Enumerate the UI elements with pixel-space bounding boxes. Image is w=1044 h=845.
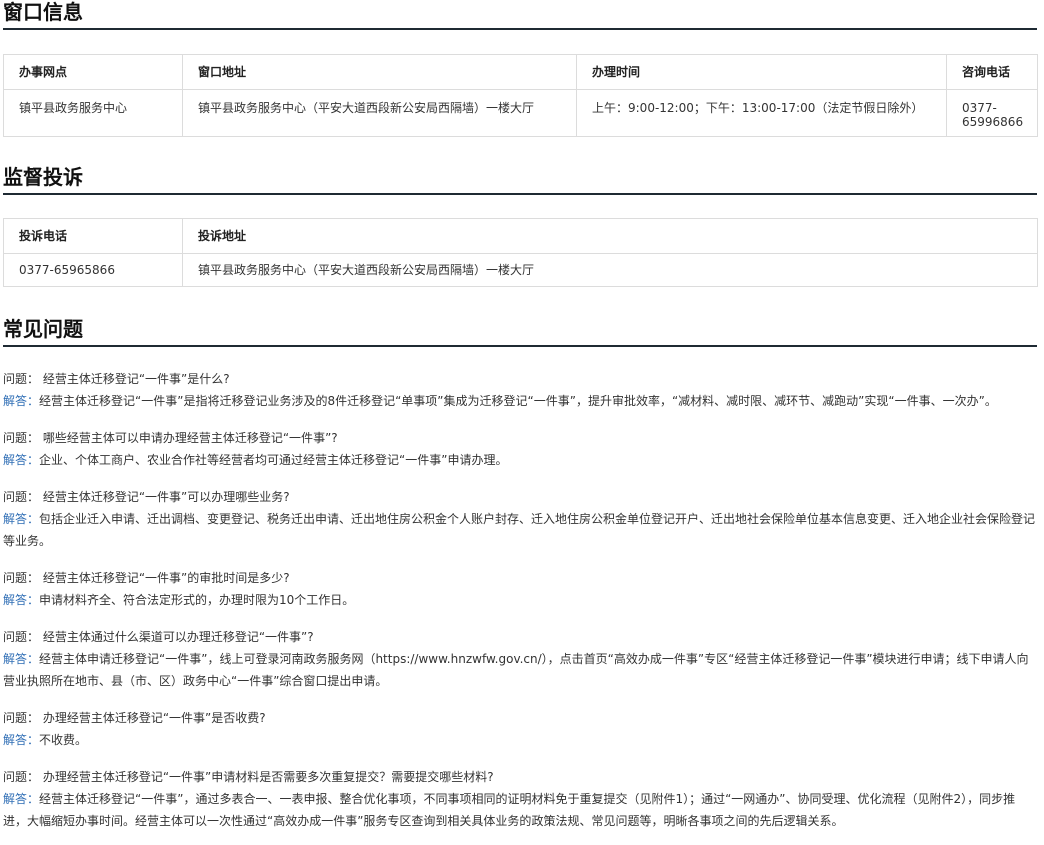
answer-text: 经营主体申请迁移登记“一件事”，线上可登录河南政务服务网（https://www… [3,652,1029,688]
answer-label: 解答： [3,453,40,467]
header-address: 窗口地址 [182,54,577,90]
faq-item: 问题： 经营主体迁移登记“一件事”可以办理哪些业务? 解答：包括企业迁入申请、迁… [3,486,1039,552]
question-label: 问题： [3,372,40,386]
cell-address: 镇平县政务服务中心（平安大道西段新公安局西隔墙）一楼大厅 [182,89,577,137]
table-header-row: 办事网点 窗口地址 办理时间 咨询电话 [3,54,1038,90]
answer-label: 解答： [3,792,40,806]
header-hours: 办理时间 [576,54,947,90]
faq-item: 问题： 办理经营主体迁移登记“一件事”申请材料是否需要多次重复提交？需要提交哪些… [3,766,1039,832]
faq-title: 常见问题 [3,317,1037,347]
page: 窗口信息 办事网点 窗口地址 办理时间 咨询电话 镇平县政务服务中心 镇平县政务… [0,0,1044,832]
answer-text: 经营主体迁移登记“一件事”，通过多表合一、一表申报、整合优化事项，不同事项相同的… [3,792,1016,828]
question-label: 问题： [3,770,40,784]
question-label: 问题： [3,571,40,585]
answer-label: 解答： [3,652,40,666]
answer-label: 解答： [3,512,40,526]
answer-text: 企业、个体工商户、农业合作社等经营者均可通过经营主体迁移登记“一件事”申请办理。 [39,453,508,467]
faq-item: 问题： 经营主体通过什么渠道可以办理迁移登记“一件事”? 解答：经营主体申请迁移… [3,626,1039,692]
complaint-table: 投诉电话 投诉地址 0377-65965866 镇平县政务服务中心（平安大道西段… [3,218,1038,287]
faq-item: 问题： 哪些经营主体可以申请办理经营主体迁移登记“一件事”? 解答：企业、个体工… [3,427,1039,471]
cell-complaint-phone: 0377-65965866 [3,253,183,287]
header-phone: 咨询电话 [946,54,1038,90]
answer-text: 申请材料齐全、符合法定形式的，办理时限为10个工作日。 [39,593,355,607]
question-label: 问题： [3,711,40,725]
window-info-title: 窗口信息 [3,0,1037,30]
answer-text: 包括企业迁入申请、迁出调档、变更登记、税务迁出申请、迁出地住房公积金个人账户封存… [3,512,1036,548]
cell-complaint-address: 镇平县政务服务中心（平安大道西段新公安局西隔墙）一楼大厅 [182,253,1038,287]
answer-label: 解答： [3,593,40,607]
question-text: 办理经营主体迁移登记“一件事”申请材料是否需要多次重复提交？需要提交哪些材料? [42,770,494,784]
question-label: 问题： [3,490,40,504]
table-header-row: 投诉电话 投诉地址 [3,218,1038,254]
question-text: 经营主体迁移登记“一件事”是什么? [42,372,230,386]
complaint-title: 监督投诉 [3,165,1037,195]
header-office: 办事网点 [3,54,183,90]
cell-phone: 0377-65996866 [946,89,1038,137]
answer-text: 经营主体迁移登记“一件事”是指将迁移登记业务涉及的8件迁移登记“单事项”集成为迁… [39,394,997,408]
question-text: 哪些经营主体可以申请办理经营主体迁移登记“一件事”? [42,431,338,445]
window-info-table: 办事网点 窗口地址 办理时间 咨询电话 镇平县政务服务中心 镇平县政务服务中心（… [3,54,1038,137]
answer-label: 解答： [3,394,40,408]
question-text: 经营主体通过什么渠道可以办理迁移登记“一件事”? [42,630,314,644]
header-complaint-address: 投诉地址 [182,218,1038,254]
question-text: 经营主体迁移登记“一件事”可以办理哪些业务? [42,490,290,504]
cell-office: 镇平县政务服务中心 [3,89,183,137]
faq-item: 问题： 办理经营主体迁移登记“一件事”是否收费? 解答：不收费。 [3,707,1039,751]
question-text: 经营主体迁移登记“一件事”的审批时间是多少? [42,571,290,585]
answer-label: 解答： [3,733,40,747]
table-row: 镇平县政务服务中心 镇平县政务服务中心（平安大道西段新公安局西隔墙）一楼大厅 上… [3,89,1038,137]
cell-hours: 上午：9:00-12:00；下午：13:00-17:00（法定节假日除外） [576,89,947,137]
faq-item: 问题： 经营主体迁移登记“一件事”是什么? 解答：经营主体迁移登记“一件事”是指… [3,368,1039,412]
question-label: 问题： [3,431,40,445]
question-text: 办理经营主体迁移登记“一件事”是否收费? [42,711,266,725]
answer-text: 不收费。 [39,733,88,747]
question-label: 问题： [3,630,40,644]
table-row: 0377-65965866 镇平县政务服务中心（平安大道西段新公安局西隔墙）一楼… [3,253,1038,287]
faq-item: 问题： 经营主体迁移登记“一件事”的审批时间是多少? 解答：申请材料齐全、符合法… [3,567,1039,611]
faq-list: 问题： 经营主体迁移登记“一件事”是什么? 解答：经营主体迁移登记“一件事”是指… [3,368,1039,832]
header-complaint-phone: 投诉电话 [3,218,183,254]
